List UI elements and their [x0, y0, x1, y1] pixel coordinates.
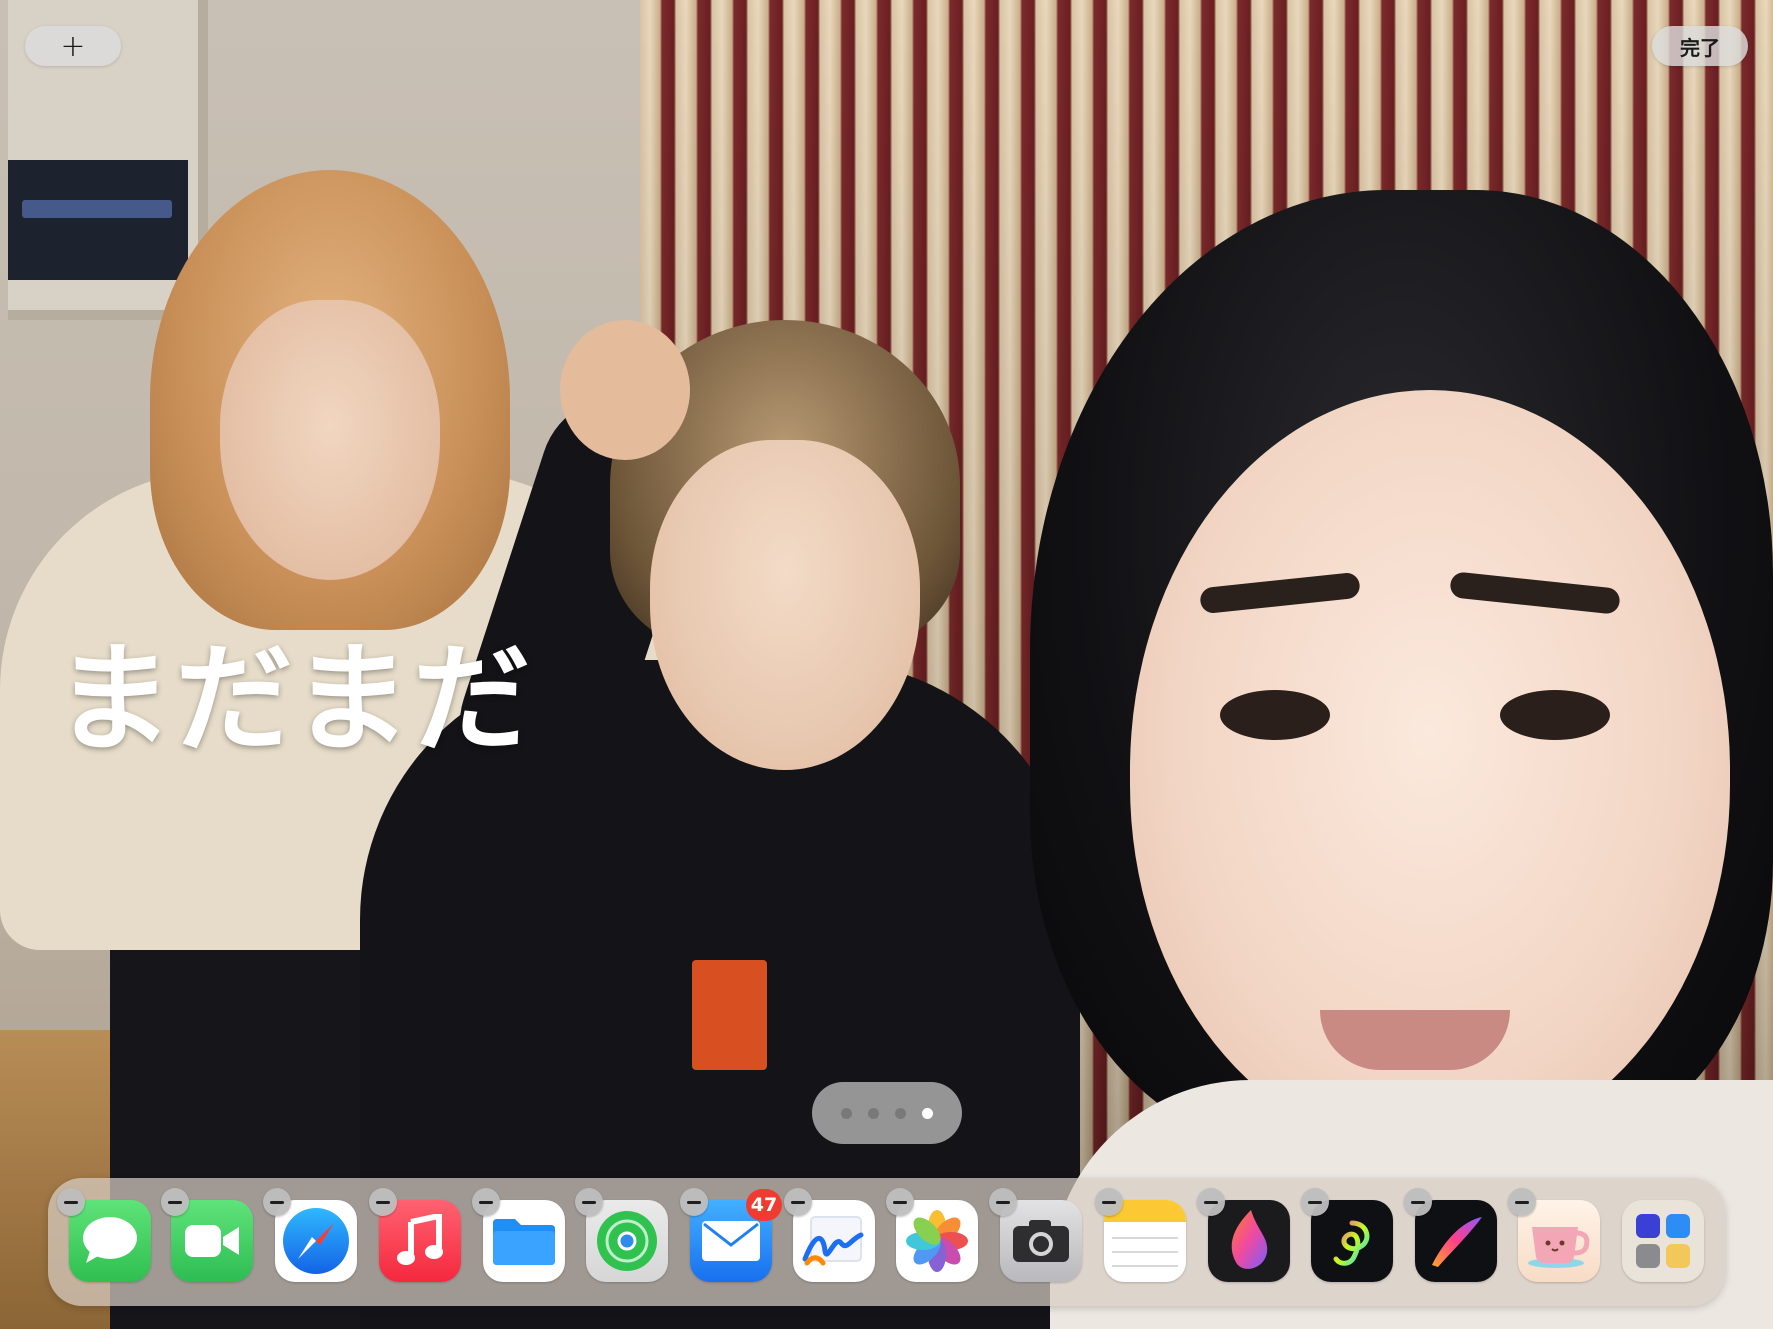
remove-procreate-button[interactable]: [1404, 1188, 1432, 1216]
remove-procreate-dreams-button[interactable]: [1197, 1188, 1225, 1216]
page-dot: [895, 1107, 906, 1119]
wallpaper-person-right-eye: [1220, 690, 1330, 740]
camera-icon: [1013, 1220, 1069, 1262]
wallpaper-person-left-face: [220, 300, 440, 580]
messages-app-icon[interactable]: [69, 1200, 151, 1282]
wallpaper-caption: まだまだ: [55, 630, 533, 768]
radar-icon: [597, 1211, 657, 1271]
remove-camera-button[interactable]: [989, 1188, 1017, 1216]
brush-stroke-icon: [1432, 1217, 1482, 1267]
coffee-mug-icon: [1528, 1227, 1590, 1268]
mail-unread-badge: 47: [746, 1189, 782, 1221]
flame-icon: [1231, 1210, 1268, 1269]
remove-music-button[interactable]: [369, 1188, 397, 1216]
safari-app-icon[interactable]: [275, 1200, 357, 1282]
speech-bubble-icon: [83, 1217, 137, 1263]
video-camera-icon: [185, 1225, 239, 1257]
wallpaper-hoodie-logo: [692, 960, 767, 1070]
music-note-icon: [397, 1214, 443, 1265]
page-dot: [868, 1107, 879, 1119]
envelope-icon: [702, 1221, 760, 1261]
app-library-grid-icon: [1636, 1214, 1690, 1268]
remove-notes-button[interactable]: [1095, 1188, 1123, 1216]
done-button[interactable]: 完了: [1652, 26, 1748, 66]
wallpaper-equipment-rack: [8, 160, 188, 280]
remove-freeform-button[interactable]: [784, 1188, 812, 1216]
remove-safari-button[interactable]: [263, 1188, 291, 1216]
remove-mail-button[interactable]: [680, 1188, 708, 1216]
wallpaper-person-middle-hand: [560, 320, 690, 460]
add-widget-button[interactable]: +: [25, 26, 121, 66]
remove-procreate-paint-button[interactable]: [1301, 1188, 1329, 1216]
page-dot: [841, 1107, 852, 1119]
remove-files-button[interactable]: [472, 1188, 500, 1216]
folder-icon: [493, 1219, 555, 1265]
remove-mug-app-button[interactable]: [1508, 1188, 1536, 1216]
swirl-icon: [1333, 1220, 1370, 1266]
flower-icon: [906, 1210, 968, 1272]
home-screen-edit-mode: まだまだ + 完了 47: [0, 0, 1773, 1329]
remove-photos-button[interactable]: [886, 1188, 914, 1216]
page-indicator[interactable]: [812, 1082, 962, 1144]
remove-messages-button[interactable]: [57, 1188, 85, 1216]
wallpaper-person-middle-face: [650, 440, 920, 770]
app-library-icon[interactable]: [1622, 1200, 1704, 1282]
compass-icon: [283, 1208, 349, 1274]
wallpaper-person-right-eye: [1500, 690, 1610, 740]
wallpaper-person-right-mouth: [1320, 1010, 1510, 1070]
page-dot-active: [922, 1107, 933, 1119]
remove-find-my-button[interactable]: [575, 1188, 603, 1216]
remove-facetime-button[interactable]: [161, 1188, 189, 1216]
scribble-icon: [802, 1216, 864, 1266]
